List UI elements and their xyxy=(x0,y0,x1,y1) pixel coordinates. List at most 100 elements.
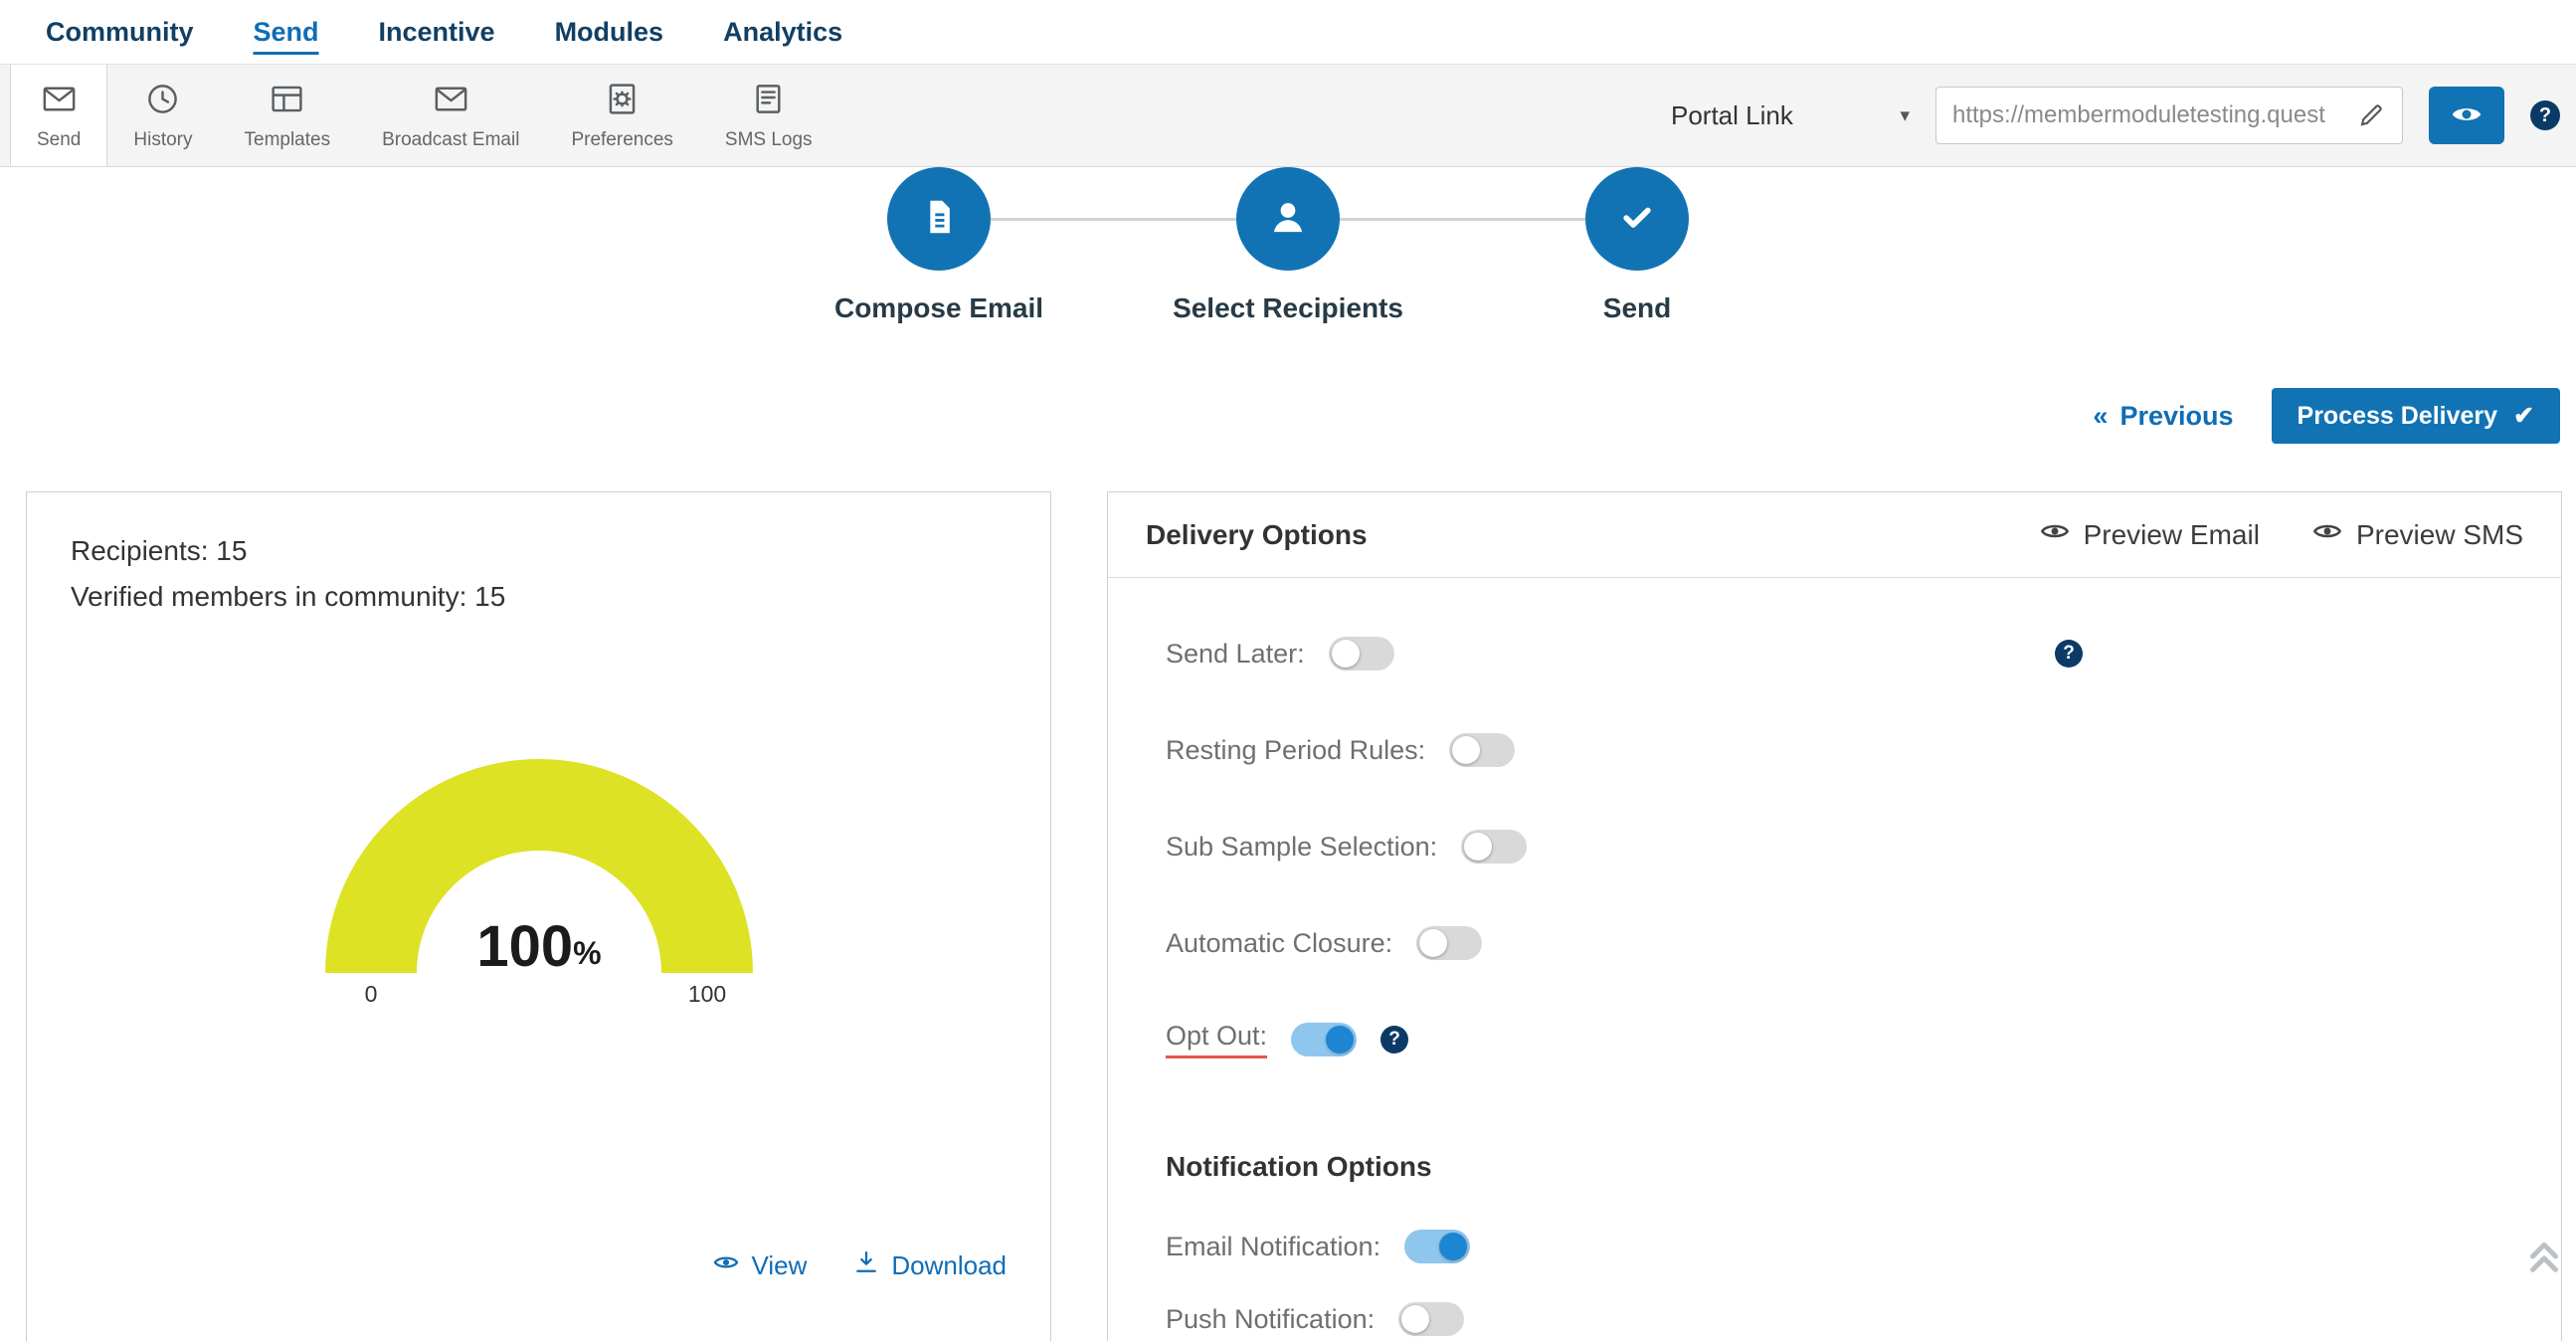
toolbar-item-label: Broadcast Email xyxy=(382,129,519,151)
send-later-toggle[interactable] xyxy=(1329,637,1394,670)
toggle-knob xyxy=(1326,1026,1354,1054)
delivery-options-card: Delivery Options Preview Email Preview S… xyxy=(1107,491,2562,1341)
user-icon xyxy=(1262,191,1314,248)
nav-item-community[interactable]: Community xyxy=(16,1,224,63)
step-compose-email: Compose Email xyxy=(765,167,1114,324)
process-delivery-button[interactable]: Process Delivery ✔ xyxy=(2272,388,2560,444)
pencil-icon xyxy=(2357,99,2387,132)
opt-out-toggle[interactable] xyxy=(1291,1023,1357,1056)
send-later-label: Send Later: xyxy=(1166,639,1305,670)
preview-sms-link[interactable]: Preview SMS xyxy=(2311,515,2523,554)
edit-url-button[interactable] xyxy=(2350,94,2394,137)
toolbar-item-history[interactable]: History xyxy=(107,65,218,166)
gauge-max-label: 100 xyxy=(687,981,725,1007)
toolbar-item-label: History xyxy=(133,129,192,151)
preview-email-link[interactable]: Preview Email xyxy=(2039,515,2260,554)
document-icon xyxy=(913,191,965,248)
scroll-to-top-button[interactable] xyxy=(2520,1232,2568,1279)
recipients-card: Recipients: 15 Verified members in commu… xyxy=(26,491,1051,1341)
previous-label: Previous xyxy=(2119,401,2233,432)
sub-sample-selection-toggle[interactable] xyxy=(1461,830,1527,863)
nav-item-modules[interactable]: Modules xyxy=(525,1,694,63)
step-label: Send xyxy=(1603,292,1671,324)
nav-item-incentive[interactable]: Incentive xyxy=(349,1,525,63)
toggle-knob xyxy=(1439,1233,1467,1260)
toolbar-item-templates[interactable]: Templates xyxy=(219,65,357,166)
page: Community Send Incentive Modules Analyti… xyxy=(0,0,2576,1341)
envelope-icon xyxy=(433,81,469,122)
toolbar-item-label: Preferences xyxy=(571,129,672,151)
step-send: Send xyxy=(1463,167,1812,324)
double-left-chevron-icon: « xyxy=(2093,401,2108,432)
chevron-double-up-icon xyxy=(2521,1232,2567,1280)
toolbar-item-broadcast-email[interactable]: Broadcast Email xyxy=(356,65,545,166)
send-later-help-icon[interactable]: ? xyxy=(2055,640,2083,668)
send-later-row: Send Later: xyxy=(1166,632,2521,675)
toolbar-item-label: Templates xyxy=(245,129,331,151)
resting-period-rules-label: Resting Period Rules: xyxy=(1166,735,1425,766)
toolbar: Send History Templates Broadcast Email P… xyxy=(0,64,2576,167)
eye-icon xyxy=(712,1248,740,1283)
toggle-knob xyxy=(1332,640,1360,668)
step-compose-email-circle[interactable] xyxy=(887,167,991,271)
toolbar-item-sms-logs[interactable]: SMS Logs xyxy=(699,65,838,166)
document-list-icon xyxy=(750,81,787,122)
caret-down-icon: ▾ xyxy=(1900,104,1910,127)
history-clock-icon xyxy=(144,81,181,122)
content-cards: Recipients: 15 Verified members in commu… xyxy=(0,491,2576,1341)
check-icon xyxy=(1611,191,1663,248)
preview-portal-button[interactable] xyxy=(2429,87,2504,144)
eye-icon xyxy=(2311,515,2343,554)
automatic-closure-label: Automatic Closure: xyxy=(1166,928,1392,959)
toggle-knob xyxy=(1452,736,1480,764)
process-delivery-label: Process Delivery xyxy=(2298,402,2498,431)
toolbar-right: Portal Link ▾ ? xyxy=(1671,65,2576,166)
email-notification-row: Email Notification: xyxy=(1166,1225,2521,1268)
step-send-circle[interactable] xyxy=(1585,167,1689,271)
verified-count: Verified members in community: 15 xyxy=(71,574,1007,620)
portal-url-input[interactable] xyxy=(1952,101,2340,129)
resting-period-rules-toggle[interactable] xyxy=(1449,733,1515,767)
gauge-chart: 100% 0 100 xyxy=(71,759,1007,1010)
previous-link[interactable]: « Previous xyxy=(2093,401,2233,432)
eye-icon xyxy=(2449,96,2484,135)
check-icon: ✔ xyxy=(2513,401,2534,431)
delivery-card-header: Delivery Options Preview Email Preview S… xyxy=(1108,492,2561,578)
toolbar-item-preferences[interactable]: Preferences xyxy=(545,65,698,166)
templates-grid-icon xyxy=(269,81,305,122)
opt-out-label: Opt Out: xyxy=(1166,1021,1267,1058)
automatic-closure-toggle[interactable] xyxy=(1416,926,1482,960)
step-select-recipients-circle[interactable] xyxy=(1236,167,1340,271)
preferences-gear-icon xyxy=(604,81,641,122)
step-select-recipients: Select Recipients xyxy=(1114,167,1463,324)
portal-link-dropdown[interactable]: Portal Link ▾ xyxy=(1671,100,1910,131)
delivery-options-title: Delivery Options xyxy=(1146,519,1368,551)
eye-icon xyxy=(2039,515,2071,554)
push-notification-label: Push Notification: xyxy=(1166,1304,1375,1335)
toggle-knob xyxy=(1419,929,1447,957)
download-link[interactable]: Download xyxy=(852,1248,1007,1283)
view-link[interactable]: View xyxy=(712,1248,807,1283)
actions-row: « Previous Process Delivery ✔ xyxy=(0,388,2560,444)
toolbar-help-icon[interactable]: ? xyxy=(2530,100,2560,130)
envelope-icon xyxy=(41,81,78,122)
email-notification-label: Email Notification: xyxy=(1166,1232,1380,1262)
push-notification-row: Push Notification: xyxy=(1166,1297,2521,1341)
gauge-min-label: 0 xyxy=(364,981,377,1007)
automatic-closure-row: Automatic Closure: xyxy=(1166,921,2521,965)
nav-item-analytics[interactable]: Analytics xyxy=(693,1,872,63)
step-label: Compose Email xyxy=(834,292,1043,324)
opt-out-row: Opt Out: ? xyxy=(1166,1018,2521,1061)
preview-sms-label: Preview SMS xyxy=(2356,519,2523,551)
toolbar-item-label: Send xyxy=(37,129,81,151)
opt-out-help-icon[interactable]: ? xyxy=(1380,1026,1408,1054)
push-notification-toggle[interactable] xyxy=(1398,1302,1464,1336)
toolbar-item-send[interactable]: Send xyxy=(10,65,107,166)
toggle-knob xyxy=(1464,833,1492,861)
recipients-count: Recipients: 15 xyxy=(71,528,1007,574)
email-notification-toggle[interactable] xyxy=(1404,1230,1470,1263)
portal-url-box xyxy=(1935,87,2403,144)
nav-item-send[interactable]: Send xyxy=(224,1,349,63)
preview-email-label: Preview Email xyxy=(2084,519,2260,551)
top-nav: Community Send Incentive Modules Analyti… xyxy=(0,0,2576,64)
